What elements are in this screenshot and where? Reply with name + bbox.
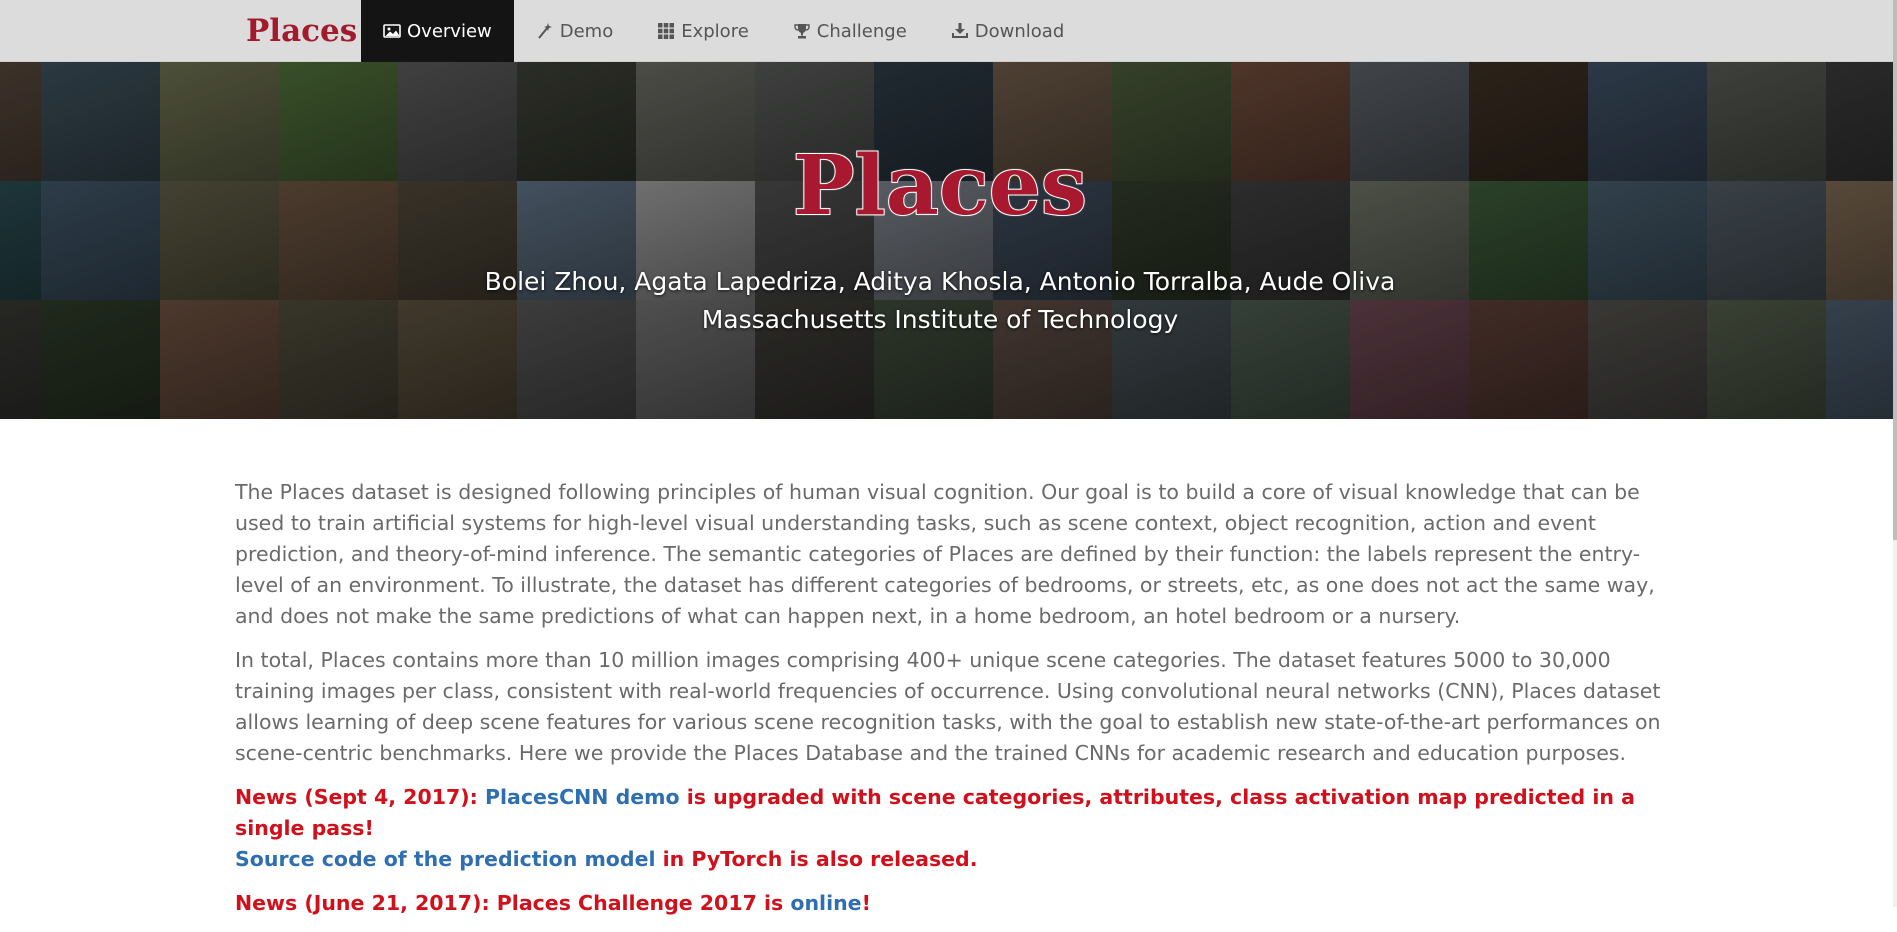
challenge-online-link[interactable]: online <box>790 891 861 915</box>
nav-item-overview[interactable]: Overview <box>361 0 514 62</box>
nav-label-demo: Demo <box>559 20 614 42</box>
nav-item-download[interactable]: Download <box>929 0 1086 62</box>
trophy-icon <box>793 22 811 40</box>
brand-logo[interactable]: Places <box>246 10 357 52</box>
hero-affiliation: Massachusetts Institute of Technology <box>701 305 1179 334</box>
news-suffix: ! <box>861 891 871 915</box>
news-prefix: News (Sept 4, 2017): <box>235 785 485 809</box>
news-item-june-2017: News (June 21, 2017): Places Challenge 2… <box>235 888 1665 919</box>
nav-label-challenge: Challenge <box>816 20 907 42</box>
hero-banner: Places Bolei Zhou, Agata Lapedriza, Adit… <box>0 62 1893 419</box>
download-icon <box>951 22 969 40</box>
nav-label-download: Download <box>974 20 1065 42</box>
stats-paragraph: In total, Places contains more than 10 m… <box>235 648 1661 765</box>
grid-icon <box>657 22 675 40</box>
nav-item-challenge[interactable]: Challenge <box>771 0 929 62</box>
top-navbar: Places Overview Demo Explore Challenge D… <box>0 0 1897 62</box>
intro-paragraph: The Places dataset is designed following… <box>235 480 1655 628</box>
magic-wand-icon <box>536 22 554 40</box>
news-prefix: News (June 21, 2017): Places Challenge 2… <box>235 891 791 915</box>
news-suffix: in PyTorch is also released. <box>655 847 978 871</box>
hero-overlay <box>0 62 1893 419</box>
image-icon <box>383 22 401 40</box>
nav-item-demo[interactable]: Demo <box>514 0 635 62</box>
hero-authors: Bolei Zhou, Agata Lapedriza, Aditya Khos… <box>484 267 1396 296</box>
hero-title: Places <box>792 137 1088 235</box>
nav-label-explore: Explore <box>681 20 749 42</box>
main-nav: Overview Demo Explore Challenge Download <box>361 0 1086 62</box>
scrollbar-thumb[interactable] <box>1893 0 1897 540</box>
source-code-link[interactable]: Source code of the prediction model <box>235 847 656 871</box>
page-scrollbar[interactable] <box>1893 0 1897 907</box>
placescnn-demo-link[interactable]: PlacesCNN demo <box>485 785 680 809</box>
main-content: The Places dataset is designed following… <box>235 477 1665 932</box>
nav-item-explore[interactable]: Explore <box>635 0 771 62</box>
news-item-sept-2017: News (Sept 4, 2017): PlacesCNN demo is u… <box>235 782 1665 875</box>
nav-label-overview: Overview <box>407 20 492 42</box>
